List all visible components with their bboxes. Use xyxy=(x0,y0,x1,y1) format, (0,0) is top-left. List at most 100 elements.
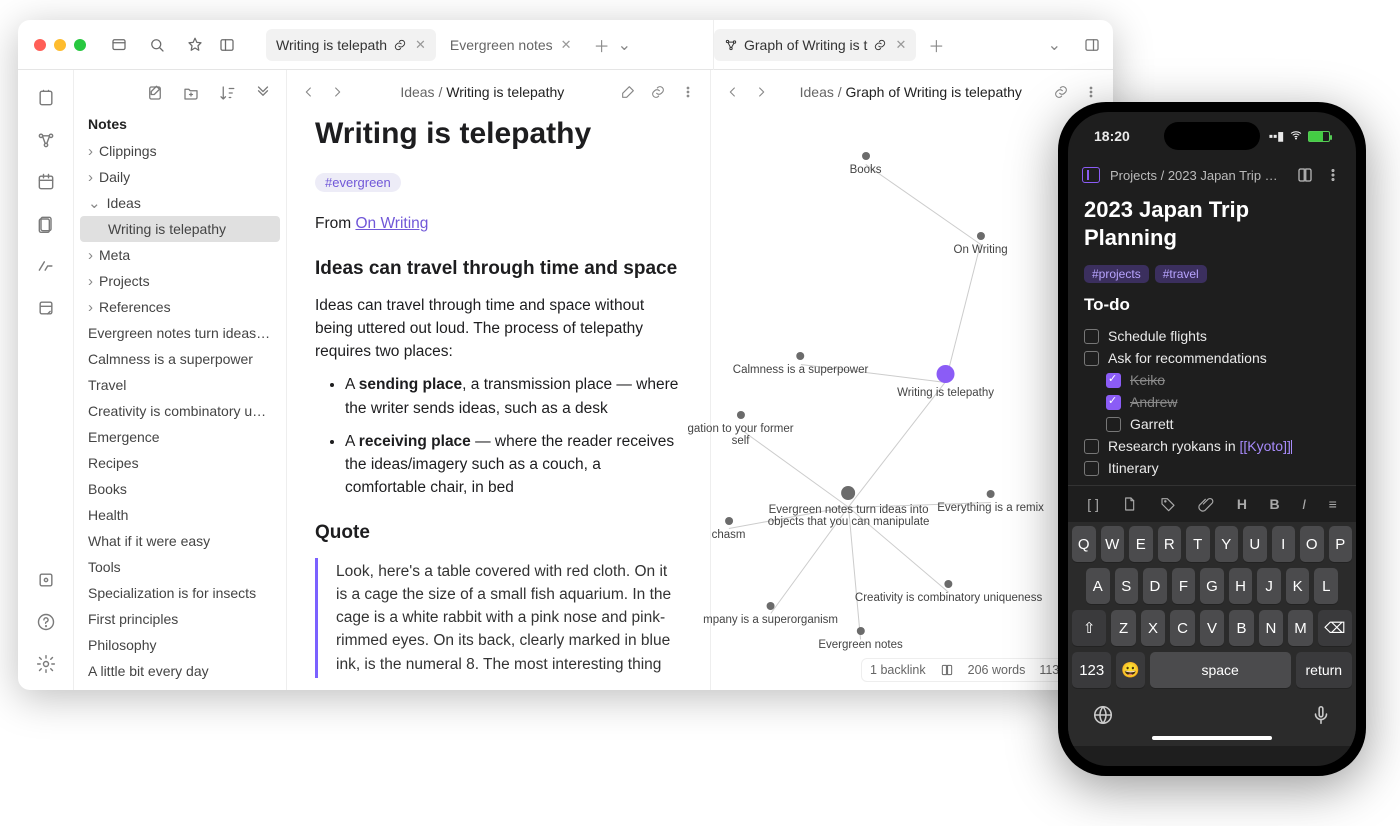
file-item[interactable]: Health xyxy=(74,502,286,528)
more-icon[interactable] xyxy=(680,84,696,100)
tag-evergreen[interactable]: #evergreen xyxy=(315,173,401,192)
todo-item[interactable]: Keiko xyxy=(1084,369,1340,391)
todo-item[interactable]: Garrett xyxy=(1084,413,1340,435)
templates-icon[interactable] xyxy=(36,298,56,318)
todo-item[interactable]: Andrew xyxy=(1084,391,1340,413)
key-j[interactable]: J xyxy=(1257,568,1281,604)
backspace-key[interactable]: ⌫ xyxy=(1318,610,1352,646)
graph-node-creativity[interactable]: Creativity is combinatory uniqueness xyxy=(855,580,1042,604)
collapse-icon[interactable] xyxy=(254,84,272,102)
folder-clippings[interactable]: Clippings xyxy=(74,138,286,164)
graph-node-formerself[interactable]: gation to your formerself xyxy=(688,411,794,447)
brackets-button[interactable]: [ ] xyxy=(1087,496,1099,512)
key-t[interactable]: T xyxy=(1186,526,1210,562)
settings-icon[interactable] xyxy=(36,654,56,674)
key-w[interactable]: W xyxy=(1101,526,1125,562)
todo-item[interactable]: Ask for recommendations xyxy=(1084,347,1340,369)
key-k[interactable]: K xyxy=(1286,568,1310,604)
key-r[interactable]: R xyxy=(1158,526,1182,562)
key-p[interactable]: P xyxy=(1329,526,1353,562)
key-l[interactable]: L xyxy=(1314,568,1338,604)
new-tab-button[interactable]: ＋ xyxy=(928,33,944,57)
new-tab-button[interactable]: ＋ xyxy=(594,33,610,57)
graph-canvas[interactable]: BooksOn WritingCalmness is a superpowerW… xyxy=(711,114,1113,690)
globe-icon[interactable] xyxy=(1092,704,1114,726)
close-icon[interactable]: ✕ xyxy=(895,37,906,53)
vault-icon[interactable] xyxy=(110,36,128,54)
file-item[interactable]: First principles xyxy=(74,606,286,632)
checkbox[interactable] xyxy=(1106,417,1121,432)
command-icon[interactable] xyxy=(36,256,56,276)
key-m[interactable]: M xyxy=(1288,610,1312,646)
key-g[interactable]: G xyxy=(1200,568,1224,604)
file-item[interactable]: A little bit every day xyxy=(74,658,286,684)
todo-item[interactable]: Itinerary xyxy=(1084,457,1340,479)
tab-menu-caret[interactable]: ⌄ xyxy=(1048,35,1061,55)
right-panel-icon[interactable] xyxy=(1083,36,1101,54)
file-item[interactable]: Tools xyxy=(74,554,286,580)
key-o[interactable]: O xyxy=(1300,526,1324,562)
attachment-icon[interactable] xyxy=(1198,496,1214,512)
new-note-icon[interactable] xyxy=(146,84,164,102)
file-item[interactable]: Specialization is for insects xyxy=(74,580,286,606)
numbers-key[interactable]: 123 xyxy=(1072,652,1111,688)
backlink-count[interactable]: 1 backlink xyxy=(870,663,926,677)
more-icon[interactable] xyxy=(1324,166,1342,184)
file-item[interactable]: Creativity is combinatory u… xyxy=(74,398,286,424)
key-f[interactable]: F xyxy=(1172,568,1196,604)
key-i[interactable]: I xyxy=(1272,526,1296,562)
key-s[interactable]: S xyxy=(1115,568,1139,604)
close-icon[interactable]: ✕ xyxy=(561,37,572,53)
editor-content[interactable]: Writing is telepathy #evergreen From On … xyxy=(287,113,710,690)
key-z[interactable]: Z xyxy=(1111,610,1135,646)
mic-icon[interactable] xyxy=(1310,704,1332,726)
files-icon[interactable] xyxy=(36,214,56,234)
file-item[interactable]: Evergreen notes turn ideas… xyxy=(74,320,286,346)
key-x[interactable]: X xyxy=(1141,610,1165,646)
file-item[interactable]: Emergence xyxy=(74,424,286,450)
file-icon[interactable] xyxy=(1121,496,1137,512)
tag[interactable]: #projects xyxy=(1084,265,1149,283)
nav-forward-icon[interactable] xyxy=(329,84,345,100)
zoom-window-button[interactable] xyxy=(74,39,86,51)
checkbox[interactable] xyxy=(1084,461,1099,476)
file-item[interactable]: Recipes xyxy=(74,450,286,476)
close-icon[interactable]: ✕ xyxy=(415,37,426,53)
phone-editor[interactable]: 2023 Japan Trip Planning #projects#trave… xyxy=(1068,190,1356,485)
calendar-icon[interactable] xyxy=(36,172,56,192)
todo-item[interactable]: Research ryokans in [[Kyoto]] xyxy=(1084,435,1340,457)
file-item[interactable]: Travel xyxy=(74,372,286,398)
file-item[interactable]: Philosophy xyxy=(74,632,286,658)
file-item[interactable]: Calmness is a superpower xyxy=(74,346,286,372)
nav-back-icon[interactable] xyxy=(725,84,741,100)
left-panel-icon[interactable] xyxy=(218,36,236,54)
graph-node-chasm[interactable]: chasm xyxy=(712,517,746,541)
search-icon[interactable] xyxy=(148,36,166,54)
todo-item[interactable]: Schedule flights xyxy=(1084,325,1340,347)
key-h[interactable]: H xyxy=(1229,568,1253,604)
minimize-window-button[interactable] xyxy=(54,39,66,51)
key-n[interactable]: N xyxy=(1259,610,1283,646)
key-d[interactable]: D xyxy=(1143,568,1167,604)
checkbox[interactable] xyxy=(1084,351,1099,366)
help-icon[interactable] xyxy=(36,612,56,632)
edit-mode-icon[interactable] xyxy=(620,84,636,100)
emoji-key[interactable]: 😀 xyxy=(1116,652,1144,688)
key-q[interactable]: Q xyxy=(1072,526,1096,562)
key-y[interactable]: Y xyxy=(1215,526,1239,562)
italic-button[interactable]: I xyxy=(1302,496,1306,512)
folder-daily[interactable]: Daily xyxy=(74,164,286,190)
reading-mode-icon[interactable] xyxy=(1296,166,1314,184)
nav-back-icon[interactable] xyxy=(301,84,317,100)
sort-icon[interactable] xyxy=(218,84,236,102)
checkbox[interactable] xyxy=(1106,373,1121,388)
heading-button[interactable]: H xyxy=(1237,496,1247,512)
return-key[interactable]: return xyxy=(1296,652,1352,688)
folder-projects[interactable]: Projects xyxy=(74,268,286,294)
graph-node-books[interactable]: Books xyxy=(850,152,882,176)
key-u[interactable]: U xyxy=(1243,526,1267,562)
key-a[interactable]: A xyxy=(1086,568,1110,604)
bold-button[interactable]: B xyxy=(1270,496,1280,512)
nav-forward-icon[interactable] xyxy=(753,84,769,100)
graph-node-telepathy[interactable]: Writing is telepathy xyxy=(897,365,994,399)
